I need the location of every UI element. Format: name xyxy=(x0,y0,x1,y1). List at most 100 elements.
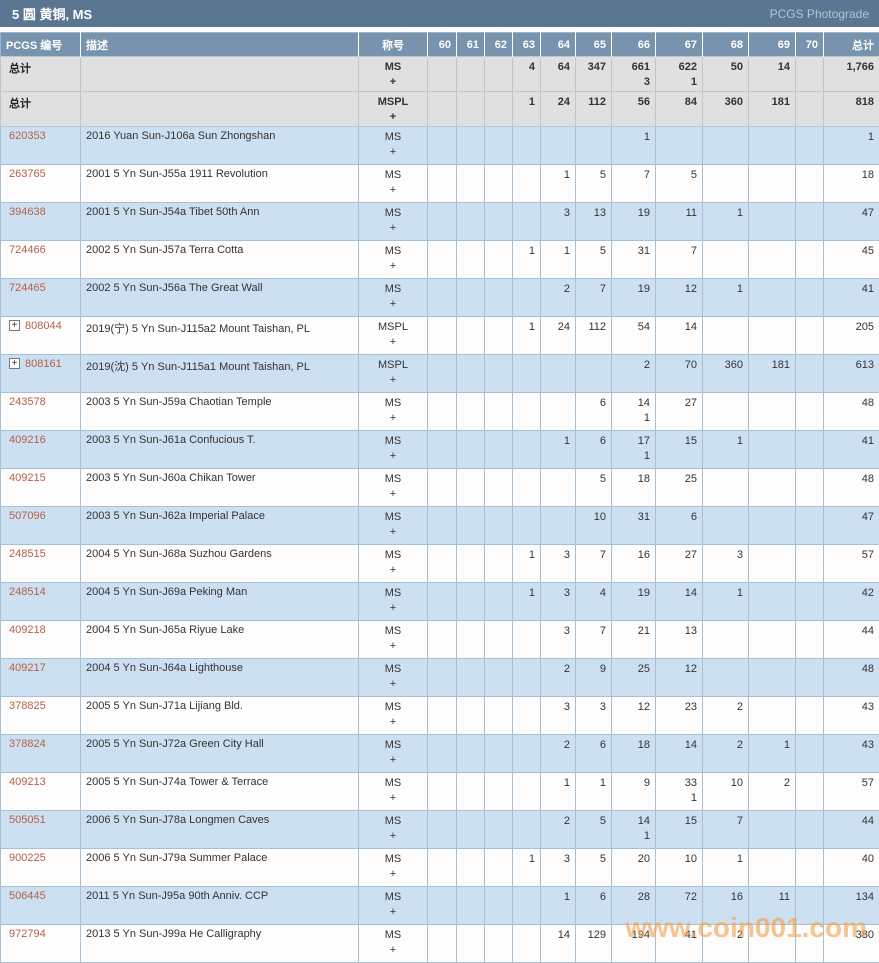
photograde-link[interactable]: PCGS Photograde xyxy=(770,7,869,21)
grade-61-count xyxy=(457,127,485,165)
pcgs-number-cell: 总计 xyxy=(1,92,81,127)
pcgs-number-link[interactable]: 808044 xyxy=(25,320,62,332)
grade-64-count: 1 xyxy=(541,773,576,811)
grade-60-count xyxy=(428,431,457,469)
grade-60-count xyxy=(428,355,457,393)
coin-description: 2006 5 Yn Sun-J78a Longmen Caves xyxy=(81,811,359,849)
grade-60-count xyxy=(428,735,457,773)
grade-62-count xyxy=(485,469,513,507)
pcgs-number-link[interactable]: 378825 xyxy=(9,700,46,712)
pcgs-number-link[interactable]: 972794 xyxy=(9,928,46,940)
pcgs-number-link[interactable]: 409218 xyxy=(9,624,46,636)
pcgs-number-link[interactable]: 378824 xyxy=(9,738,46,750)
col-header-grade-65: 65 xyxy=(576,33,612,57)
grade-61-count xyxy=(457,583,485,621)
designation-cell: MS+ xyxy=(359,203,428,241)
grade-62-count xyxy=(485,241,513,279)
totals-row: 总计MSPL+1241125684360181818 xyxy=(1,92,879,127)
pcgs-number-link[interactable]: 724466 xyxy=(9,244,46,256)
table-row: 4092132005 5 Yn Sun-J74a Tower & Terrace… xyxy=(1,773,879,811)
pcgs-number-link[interactable]: 248514 xyxy=(9,586,46,598)
grade-62-count xyxy=(485,127,513,165)
grade-68-count xyxy=(703,241,749,279)
grade-68-count: 3 xyxy=(703,545,749,583)
pcgs-number-cell: 263765 xyxy=(1,165,81,203)
pcgs-number-link[interactable]: 506445 xyxy=(9,890,46,902)
grade-66-count: 20 xyxy=(612,849,656,887)
grade-64-count xyxy=(541,127,576,165)
grade-63-count: 4 xyxy=(513,57,541,92)
grade-68-count: 2 xyxy=(703,697,749,735)
grade-62-count xyxy=(485,92,513,127)
grade-66-count: 31 xyxy=(612,241,656,279)
grade-63-count xyxy=(513,773,541,811)
coin-description xyxy=(81,57,359,92)
grade-69-count: 181 xyxy=(749,355,796,393)
grade-62-count xyxy=(485,811,513,849)
row-total: 41 xyxy=(824,279,879,317)
table-row: 4092162003 5 Yn Sun-J61a Confucious T.MS… xyxy=(1,431,879,469)
grade-69-count xyxy=(749,469,796,507)
row-total: 43 xyxy=(824,735,879,773)
grade-62-count xyxy=(485,583,513,621)
grade-65-count: 7 xyxy=(576,279,612,317)
table-row: 3788242005 5 Yn Sun-J72a Green City Hall… xyxy=(1,735,879,773)
grade-65-count xyxy=(576,127,612,165)
grade-62-count xyxy=(485,545,513,583)
designation-cell: MS+ xyxy=(359,165,428,203)
grade-69-count xyxy=(749,507,796,545)
grade-66-count: 7 xyxy=(612,165,656,203)
table-row: 5070962003 5 Yn Sun-J62a Imperial Palace… xyxy=(1,507,879,545)
grade-69-count xyxy=(749,545,796,583)
pcgs-number-link[interactable]: 243578 xyxy=(9,396,46,408)
grade-63-count: 1 xyxy=(513,92,541,127)
pcgs-number-link[interactable]: 263765 xyxy=(9,168,46,180)
grade-67-count: 25 xyxy=(656,469,703,507)
grade-67-count: 14 xyxy=(656,317,703,355)
totals-row: 总计MS+4643476613622150141,766 xyxy=(1,57,879,92)
grade-60-count xyxy=(428,57,457,92)
pcgs-number-link[interactable]: 409213 xyxy=(9,776,46,788)
grade-65-count: 6 xyxy=(576,393,612,431)
grade-61-count xyxy=(457,355,485,393)
designation-cell: MS+ xyxy=(359,925,428,963)
pcgs-number-link[interactable]: 409217 xyxy=(9,662,46,674)
row-total: 47 xyxy=(824,203,879,241)
grade-61-count xyxy=(457,57,485,92)
grade-69-count xyxy=(749,393,796,431)
grade-67-count: 6221 xyxy=(656,57,703,92)
expand-plus-icon[interactable]: + xyxy=(9,320,20,331)
pcgs-number-cell: 248515 xyxy=(1,545,81,583)
grade-65-count: 4 xyxy=(576,583,612,621)
grade-67-count: 15 xyxy=(656,811,703,849)
pcgs-number-link[interactable]: 808161 xyxy=(25,358,62,370)
table-row: +8081612019(沈) 5 Yn Sun-J115a1 Mount Tai… xyxy=(1,355,879,393)
pcgs-number-link[interactable]: 505051 xyxy=(9,814,46,826)
pcgs-number-link[interactable]: 507096 xyxy=(9,510,46,522)
grade-68-count xyxy=(703,393,749,431)
pcgs-number-link[interactable]: 394638 xyxy=(9,206,46,218)
pcgs-number-link[interactable]: 620353 xyxy=(9,130,46,142)
pcgs-number-link[interactable]: 900225 xyxy=(9,852,46,864)
pcgs-number-link[interactable]: 409216 xyxy=(9,434,46,446)
expand-plus-icon[interactable]: + xyxy=(9,358,20,369)
table-row: 3788252005 5 Yn Sun-J71a Lijiang Bld.MS+… xyxy=(1,697,879,735)
grade-61-count xyxy=(457,431,485,469)
coin-description: 2013 5 Yn Sun-J99a He Calligraphy xyxy=(81,925,359,963)
grade-66-count: 2 xyxy=(612,355,656,393)
grade-60-count xyxy=(428,393,457,431)
table-row: 4092182004 5 Yn Sun-J65a Riyue LakeMS+37… xyxy=(1,621,879,659)
grade-70-count xyxy=(796,92,824,127)
pcgs-number-link[interactable]: 248515 xyxy=(9,548,46,560)
designation-cell: MS+ xyxy=(359,127,428,165)
grade-63-count: 1 xyxy=(513,317,541,355)
pcgs-number-link[interactable]: 724465 xyxy=(9,282,46,294)
col-header-grade-62: 62 xyxy=(485,33,513,57)
coin-description: 2004 5 Yn Sun-J69a Peking Man xyxy=(81,583,359,621)
pcgs-number-cell: 409216 xyxy=(1,431,81,469)
row-total: 134 xyxy=(824,887,879,925)
grade-69-count: 14 xyxy=(749,57,796,92)
pcgs-number-link[interactable]: 409215 xyxy=(9,472,46,484)
grade-64-count: 3 xyxy=(541,849,576,887)
grade-64-count xyxy=(541,469,576,507)
